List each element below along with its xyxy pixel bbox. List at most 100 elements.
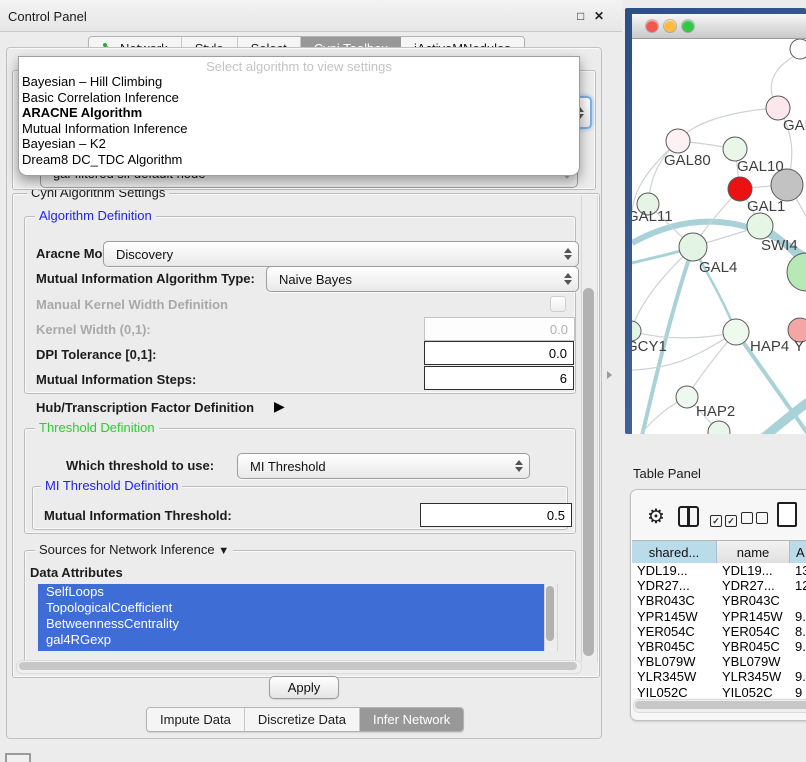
gear-icon[interactable]: ⚙ — [647, 504, 665, 529]
table-cell[interactable]: YLR345W — [632, 669, 717, 684]
table-cell[interactable]: YIL052C — [632, 685, 717, 698]
dropdown-item[interactable]: Dream8 DC_TDC Algorithm — [19, 152, 579, 168]
tab-infer-network[interactable]: Infer Network — [360, 708, 463, 731]
table-cell[interactable]: YER054C — [632, 624, 717, 639]
attribute-list-item[interactable]: gal4RGexp — [38, 632, 544, 648]
network-graph[interactable]: GALGAL80GAL10GAL1GAL11SWI4GAL4GCY1HAP4YH… — [632, 39, 806, 434]
zoom-traffic-light-icon[interactable] — [682, 20, 694, 32]
table-cell[interactable]: YDL19... — [632, 563, 717, 578]
tab-discretize-data[interactable]: Discretize Data — [245, 708, 360, 731]
attribute-list-item[interactable]: TopologicalCoefficient — [38, 600, 544, 616]
minimize-traffic-light-icon[interactable] — [664, 20, 676, 32]
table-cell[interactable]: YDL19... — [717, 563, 790, 578]
table-cell[interactable]: YBL079W — [632, 654, 717, 669]
table-cell[interactable]: YBR043C — [717, 593, 790, 608]
table-cell[interactable]: YBL079W — [717, 654, 790, 669]
table-cell[interactable]: YIL052C — [717, 685, 790, 698]
table-row[interactable]: YDR27...YDR27...12 — [632, 578, 806, 593]
network-window-titlebar[interactable] — [632, 14, 806, 39]
float-window-icon[interactable]: □ — [577, 9, 584, 23]
network-node[interactable] — [723, 319, 749, 345]
table-cell[interactable]: YPR145W — [632, 609, 717, 624]
table-row[interactable]: YBL079WYBL079W — [632, 654, 806, 669]
manual-kernel-width-checkbox[interactable] — [550, 296, 566, 312]
table-row[interactable]: YBR043CYBR043C — [632, 593, 806, 608]
kernel-width-input[interactable]: 0.0 — [424, 317, 575, 341]
attribute-list-item[interactable]: SelfLoops — [38, 584, 544, 600]
table-row[interactable]: YER054CYER054C8. — [632, 624, 806, 639]
dropdown-item[interactable]: Mutual Information Inference — [19, 121, 579, 137]
attribute-list-item[interactable]: BetweennessCentrality — [38, 616, 544, 632]
column-layout-icon[interactable] — [678, 506, 699, 527]
table-cell[interactable]: YLR345W — [717, 669, 790, 684]
sources-title-text: Sources for Network Inference — [39, 542, 215, 557]
network-node[interactable] — [790, 39, 806, 59]
select-all-columns-icon[interactable]: ✓✓ — [710, 511, 740, 529]
network-node[interactable] — [666, 129, 690, 153]
network-edge[interactable] — [632, 331, 736, 338]
data-attributes-list[interactable]: SelfLoopsTopologicalCoefficientBetweenne… — [38, 584, 544, 651]
settings-hscrollbar-thumb[interactable] — [19, 662, 577, 670]
table-row[interactable]: YPR145WYPR145W9. — [632, 609, 806, 624]
sources-collapse-arrow-icon[interactable]: ▼ — [218, 545, 229, 557]
sources-title[interactable]: Sources for Network Inference ▼ — [35, 542, 233, 557]
close-traffic-light-icon[interactable] — [646, 20, 658, 32]
table-cell[interactable]: YBR045C — [717, 639, 790, 654]
minimized-panel-icon[interactable] — [5, 753, 31, 762]
table-row[interactable]: YIL052CYIL052C9 — [632, 685, 806, 699]
close-icon[interactable]: ✕ — [594, 9, 604, 23]
panel-splitter-handle[interactable] — [607, 371, 612, 379]
table-body[interactable]: YDL19...YDL19...13YDR27...YDR27...12YBR0… — [632, 563, 806, 698]
network-node-label: Y — [794, 338, 804, 355]
network-canvas[interactable]: GALGAL80GAL10GAL1GAL11SWI4GAL4GCY1HAP4YH… — [632, 39, 806, 434]
mi-steps-input[interactable]: 6 — [424, 366, 574, 390]
mi-threshold-input[interactable]: 0.5 — [420, 503, 572, 527]
mi-algorithm-type-combo[interactable]: Naive Bayes — [266, 266, 579, 292]
apply-button[interactable]: Apply — [269, 676, 339, 699]
aracne-mode-combo[interactable]: Discovery — [103, 241, 579, 267]
table-row[interactable]: YLR345WYLR345W9. — [632, 669, 806, 684]
table-cell[interactable]: 8. — [790, 624, 806, 639]
deselect-all-columns-icon[interactable] — [741, 511, 771, 529]
column-header-partial[interactable]: A — [790, 541, 806, 563]
table-cell[interactable]: 9. — [790, 669, 806, 684]
network-node[interactable] — [747, 213, 773, 239]
table-cell[interactable]: 9 — [790, 685, 806, 698]
export-table-icon[interactable] — [777, 502, 797, 527]
table-cell[interactable]: YPR145W — [717, 609, 790, 624]
combo-stepper-icon — [509, 460, 529, 472]
table-cell[interactable]: 9. — [790, 609, 806, 624]
table-cell[interactable]: 9. — [790, 639, 806, 654]
which-threshold-combo[interactable]: MI Threshold — [237, 453, 530, 479]
table-cell[interactable]: 12 — [790, 578, 806, 593]
table-cell[interactable]: YBR043C — [632, 593, 717, 608]
settings-scrollbar-thumb[interactable] — [583, 288, 594, 656]
hub-expand-arrow-icon[interactable]: ▶ — [274, 398, 285, 415]
mi-threshold-title: MI Threshold Definition — [41, 478, 182, 493]
table-hscrollbar-thumb[interactable] — [635, 701, 806, 709]
attributes-scrollbar-thumb[interactable] — [546, 586, 554, 641]
hub-definition-label[interactable]: Hub/Transcription Factor Definition — [36, 400, 254, 415]
dropdown-item[interactable]: Bayesian – Hill Climbing — [19, 74, 579, 90]
network-view-window[interactable]: GALGAL80GAL10GAL1GAL11SWI4GAL4GCY1HAP4YH… — [625, 8, 806, 434]
table-cell[interactable]: YBR045C — [632, 639, 717, 654]
column-header-shared-name[interactable]: shared... — [632, 541, 717, 563]
dropdown-item[interactable]: Basic Correlation Inference — [19, 90, 579, 106]
column-header-name[interactable]: name — [717, 541, 790, 563]
dropdown-item[interactable]: Bayesian – K2 — [19, 136, 579, 152]
table-cell[interactable]: YDR27... — [632, 578, 717, 593]
network-node[interactable] — [679, 233, 707, 261]
network-edge[interactable] — [678, 108, 778, 141]
tab-impute-data[interactable]: Impute Data — [147, 708, 245, 731]
table-cell[interactable]: YER054C — [717, 624, 790, 639]
dropdown-item[interactable]: ARACNE Algorithm — [19, 105, 579, 121]
dpi-tolerance-input[interactable]: 0.0 — [424, 341, 574, 365]
table-row[interactable]: YBR045CYBR045C9. — [632, 639, 806, 654]
table-cell[interactable]: YDR27... — [717, 578, 790, 593]
network-node[interactable] — [787, 253, 806, 291]
table-cell[interactable]: 13 — [790, 563, 806, 578]
manual-kernel-width-label: Manual Kernel Width Definition — [36, 297, 228, 312]
table-row[interactable]: YDL19...YDL19...13 — [632, 563, 806, 578]
network-node-label: GAL4 — [699, 259, 737, 276]
network-node[interactable] — [676, 386, 698, 408]
